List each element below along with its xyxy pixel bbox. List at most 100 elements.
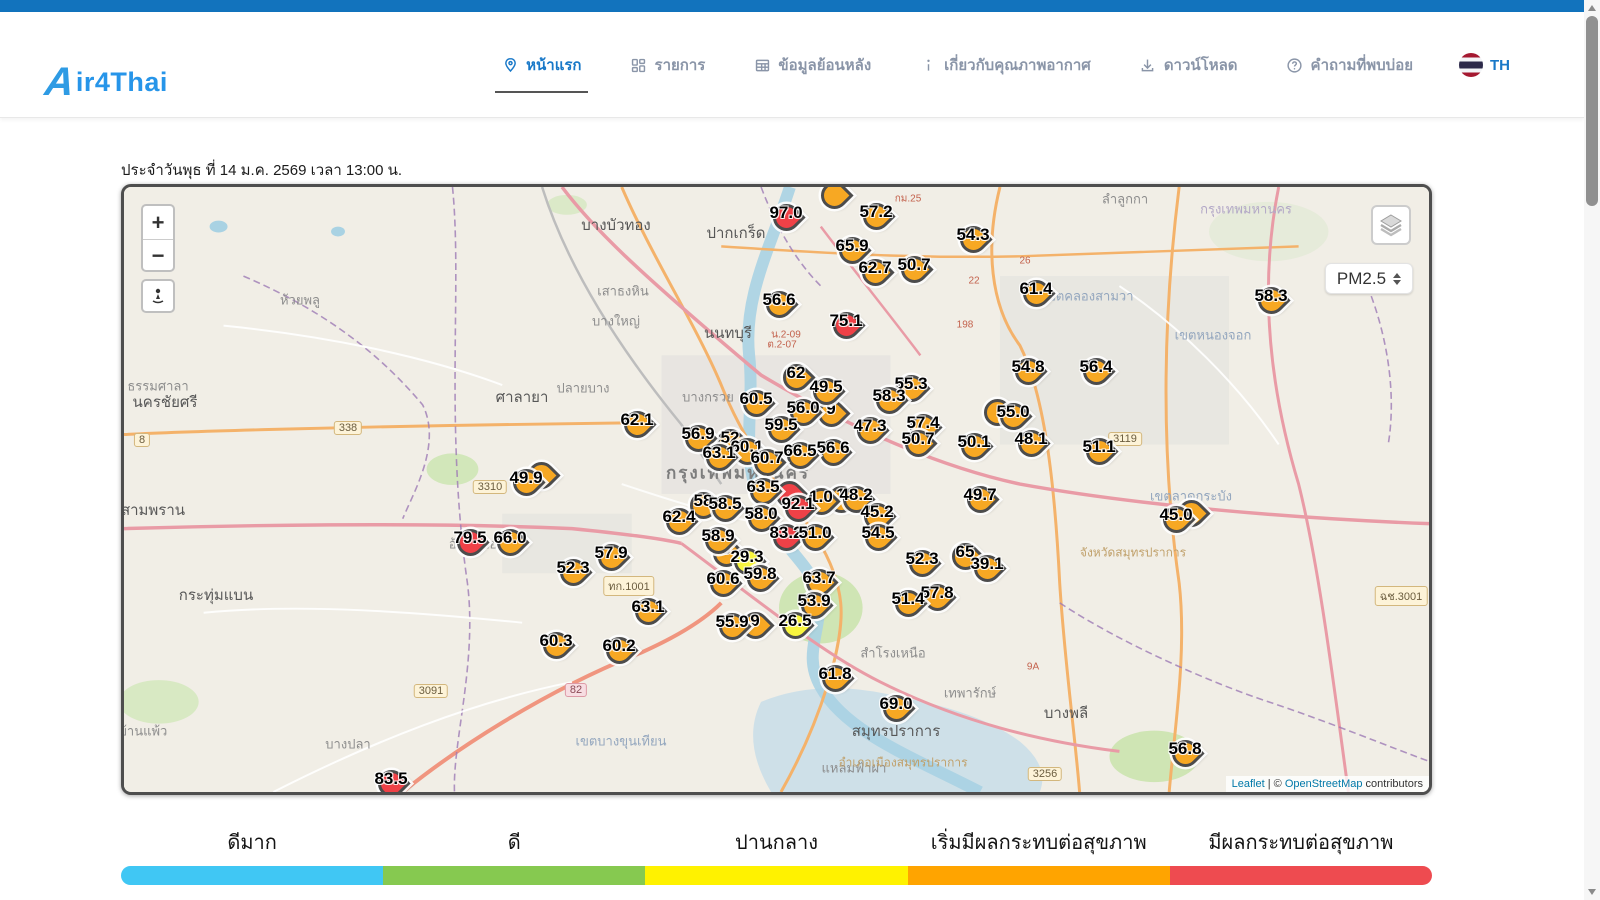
station-marker[interactable]: 26.5 [777,609,813,653]
attribution-separator: | © [1265,778,1285,790]
language-label: TH [1490,57,1510,74]
legend-color-segment [383,866,645,885]
station-marker[interactable]: 57.9 [593,541,629,585]
station-marker[interactable]: 56.6 [761,288,797,332]
legend-label: ปานกลาง [645,826,907,858]
station-marker[interactable]: 62.1 [619,408,655,452]
station-marker[interactable]: 56.6 [815,436,851,480]
station-marker[interactable]: 54.3 [955,223,991,267]
thai-flag-icon [1459,53,1483,77]
header: A ir4Thai หน้าแรก รายการ ข้อมูลย้อนหลัง เกี… [0,12,1584,118]
marker-value: 39.1 [970,554,1003,574]
grid-icon [630,56,648,74]
osm-link[interactable]: OpenStreetMap [1285,778,1363,790]
logo-text: ir4Thai [76,67,168,98]
marker-value: 54.8 [1011,357,1044,377]
aqi-legend-labels: ดีมากดีปานกลางเริ่มมีผลกระทบต่อสุขภาพมีผ… [121,826,1432,858]
station-marker[interactable]: 50.7 [900,427,936,471]
nav-item-label: รายการ [655,53,706,77]
language-switch[interactable]: TH [1459,53,1510,77]
marker-value: 49.7 [963,485,996,505]
station-marker[interactable]: 63.1 [701,441,737,485]
air-quality-map[interactable]: บางบัวทองปากเกร็ดนนทบุรีศาลายาสามพรานกระ… [121,184,1432,795]
station-marker[interactable]: 50.7 [896,253,932,297]
nav-item-download[interactable]: ดาวน์โหลด [1137,45,1240,85]
station-marker[interactable]: 62.4 [661,505,697,549]
station-marker[interactable]: 66.0 [492,526,528,570]
station-marker[interactable]: 60.6 [705,567,741,611]
nav-item-list[interactable]: รายการ [628,45,708,85]
pollutant-select[interactable]: PM2.5 [1325,263,1413,294]
station-marker[interactable]: 66.5 [782,439,818,483]
marker-value: 53.9 [797,591,830,611]
station-marker[interactable]: 60.3 [538,629,574,673]
page-scrollbar[interactable] [1584,0,1600,900]
station-marker[interactable]: 48.1 [1013,427,1049,471]
legend-color-segment [908,866,1170,885]
marker-value: 65.9 [835,236,868,256]
station-marker[interactable]: 59.8 [742,562,778,606]
station-marker[interactable]: 75.1 [828,309,864,353]
locate-me-button[interactable] [141,279,175,313]
station-marker[interactable]: 50.1 [956,430,992,474]
station-marker[interactable]: 49.7 [962,483,998,527]
legend-label: ดี [383,826,645,858]
station-marker[interactable]: 60.2 [601,634,637,678]
station-marker[interactable]: 49.9 [508,466,544,510]
marker-value: 51.4 [891,589,924,609]
marker-value: 58.3 [872,386,905,406]
marker-value: 55.0 [996,402,1029,422]
zoom-in-button[interactable]: + [143,206,173,239]
station-marker[interactable]: 83.5 [373,767,409,795]
nav-item-history[interactable]: ข้อมูลย้อนหลัง [751,45,873,85]
nav-item-label: หน้าแรก [526,53,581,77]
marker-value: 57.2 [859,202,892,222]
station-marker[interactable] [816,184,852,223]
station-marker[interactable]: 55.9 [714,610,750,654]
station-marker[interactable]: 54.5 [860,521,896,565]
nav-item-faq[interactable]: คำถามที่พบบ่อย [1284,45,1415,85]
station-marker[interactable]: 51.0 [797,521,833,565]
station-marker[interactable]: 51.1 [1081,435,1117,479]
station-marker[interactable]: 79.5 [452,526,488,570]
air4thai-logo[interactable]: A ir4Thai [45,62,168,102]
nav-item-home[interactable]: หน้าแรก [499,45,583,85]
marker-value: 60.6 [706,569,739,589]
legend-label: เริ่มมีผลกระทบต่อสุขภาพ [908,826,1170,858]
station-marker[interactable]: 61.4 [1018,277,1054,321]
nav-item-about[interactable]: เกี่ยวกับคุณภาพอากาศ [917,45,1093,85]
station-marker[interactable]: 63.1 [630,595,666,639]
station-marker[interactable]: 58.3 [1253,284,1289,328]
station-marker[interactable]: 52.3 [555,556,591,600]
marker-value: 49.5 [809,377,842,397]
station-marker[interactable]: 62.7 [857,256,893,300]
station-marker[interactable]: 39.1 [969,552,1005,596]
scrollbar-thumb[interactable] [1586,16,1598,206]
leaflet-link[interactable]: Leaflet [1232,778,1265,790]
marker-value: 60.2 [602,636,635,656]
download-icon [1139,56,1157,74]
station-marker[interactable]: 97.0 [768,201,804,245]
station-marker[interactable]: 56.4 [1078,355,1114,399]
station-marker[interactable]: 56.8 [1167,737,1203,781]
marker-value: 56.4 [1079,357,1112,377]
pin-icon [501,56,519,74]
marker-value: 75.1 [829,311,862,331]
station-marker[interactable]: 47.3 [852,414,888,458]
marker-value: 62 [787,363,806,383]
station-marker[interactable]: 61.8 [817,662,853,706]
scroll-up-arrow-icon[interactable] [1588,5,1596,11]
legend-color-segment [121,866,383,885]
station-marker[interactable]: 69.0 [878,692,914,736]
marker-value: 56.6 [816,438,849,458]
station-marker[interactable]: 51.4 [890,587,926,631]
layers-button[interactable] [1371,205,1411,245]
scroll-down-arrow-icon[interactable] [1588,889,1596,895]
nav-item-label: ดาวน์โหลด [1164,53,1238,77]
marker-value: 97.0 [769,203,802,223]
station-marker[interactable]: 54.8 [1010,355,1046,399]
zoom-out-button[interactable]: − [143,239,173,272]
marker-value: 58.3 [1254,286,1287,306]
station-marker[interactable]: 45.0 [1158,503,1194,547]
marker-value: 54.3 [956,225,989,245]
